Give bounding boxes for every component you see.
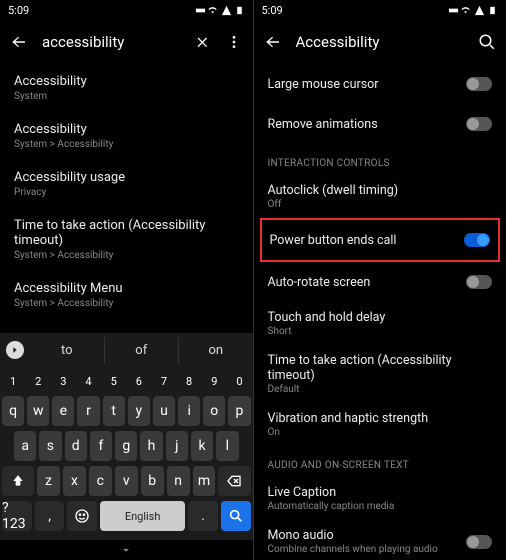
toggle[interactable] <box>466 275 492 289</box>
key-c[interactable]: c <box>89 466 112 496</box>
key-7[interactable]: 7 <box>153 371 175 391</box>
key-s[interactable]: s <box>39 431 61 461</box>
more-icon[interactable] <box>225 33 243 51</box>
space-key[interactable]: English <box>100 501 185 531</box>
keyboard: 1234567890 qwertyuiop asdfghjkl zxcvbnm … <box>0 367 253 540</box>
key-o[interactable]: o <box>203 396 225 426</box>
shift-key[interactable] <box>2 466 34 496</box>
key-u[interactable]: u <box>153 396 175 426</box>
status-icons <box>195 5 245 16</box>
key-g[interactable]: g <box>115 431 137 461</box>
key-t[interactable]: t <box>103 396 125 426</box>
comma-key[interactable]: , <box>35 501 65 531</box>
back-icon[interactable] <box>10 33 28 51</box>
search-result[interactable]: AccessibilitySystem <box>0 64 253 112</box>
toggle[interactable] <box>466 117 492 131</box>
suggestion[interactable]: of <box>104 337 179 364</box>
key-v[interactable]: v <box>115 466 138 496</box>
expand-icon[interactable] <box>0 341 30 359</box>
key-n[interactable]: n <box>167 466 190 496</box>
setting-live-caption[interactable]: Live CaptionAutomatically caption media <box>254 477 506 520</box>
settings-list: Large mouse cursor Remove animations INT… <box>254 64 506 560</box>
phone-search-screen: 5:09 accessibility AccessibilitySystem A… <box>0 0 254 560</box>
period-key[interactable]: . <box>188 501 218 531</box>
key-l[interactable]: l <box>216 431 238 461</box>
search-header: accessibility <box>0 20 253 64</box>
setting-vibration[interactable]: Vibration and haptic strengthOn <box>254 403 506 446</box>
toggle[interactable] <box>464 233 490 247</box>
status-bar: 5:09 <box>254 0 506 20</box>
setting-auto-rotate[interactable]: Auto-rotate screen <box>254 262 506 302</box>
key-3[interactable]: 3 <box>52 371 74 391</box>
key-4[interactable]: 4 <box>77 371 99 391</box>
setting-remove-animations[interactable]: Remove animations <box>254 104 506 144</box>
key-r[interactable]: r <box>77 396 99 426</box>
key-p[interactable]: p <box>228 396 250 426</box>
search-result[interactable]: Time to take action (Accessibility timeo… <box>0 208 253 271</box>
emoji-key[interactable] <box>67 501 97 531</box>
key-9[interactable]: 9 <box>203 371 225 391</box>
page-title: Accessibility <box>296 33 465 51</box>
setting-mono-audio[interactable]: Mono audioCombine channels when playing … <box>254 520 506 560</box>
key-d[interactable]: d <box>65 431 87 461</box>
key-a[interactable]: a <box>14 431 36 461</box>
collapse-keyboard-icon[interactable] <box>119 543 133 557</box>
back-icon[interactable] <box>264 33 282 51</box>
key-f[interactable]: f <box>90 431 112 461</box>
symbol-key[interactable]: ?123 <box>2 501 32 531</box>
clear-icon[interactable] <box>193 33 211 51</box>
search-icon[interactable] <box>478 33 496 51</box>
key-j[interactable]: j <box>166 431 188 461</box>
toggle[interactable] <box>466 535 492 549</box>
status-bar: 5:09 <box>0 0 253 20</box>
key-w[interactable]: w <box>27 396 49 426</box>
key-1[interactable]: 1 <box>2 371 24 391</box>
search-result[interactable]: Accessibility usagePrivacy <box>0 160 253 208</box>
setting-autoclick[interactable]: Autoclick (dwell timing)Off <box>254 175 506 218</box>
suggestion-bar: to of on <box>0 333 253 367</box>
key-m[interactable]: m <box>193 466 216 496</box>
key-z[interactable]: z <box>37 466 60 496</box>
key-0[interactable]: 0 <box>228 371 250 391</box>
search-result[interactable]: Accessibility MenuSystem > Accessibility <box>0 271 253 319</box>
key-2[interactable]: 2 <box>27 371 49 391</box>
suggestion[interactable]: to <box>30 337 104 364</box>
backspace-key[interactable] <box>218 466 250 496</box>
setting-touch-hold-delay[interactable]: Touch and hold delayShort <box>254 302 506 345</box>
suggestion[interactable]: on <box>178 337 253 364</box>
status-time: 5:09 <box>8 4 29 17</box>
key-q[interactable]: q <box>2 396 24 426</box>
nav-bar <box>0 540 253 560</box>
key-5[interactable]: 5 <box>103 371 125 391</box>
status-icons <box>448 5 498 16</box>
key-e[interactable]: e <box>52 396 74 426</box>
key-6[interactable]: 6 <box>128 371 150 391</box>
key-x[interactable]: x <box>63 466 86 496</box>
section-header: INTERACTION CONTROLS <box>254 144 506 175</box>
key-h[interactable]: h <box>140 431 162 461</box>
toggle[interactable] <box>466 77 492 91</box>
search-input[interactable]: accessibility <box>42 33 179 51</box>
search-key[interactable] <box>221 501 251 531</box>
key-i[interactable]: i <box>178 396 200 426</box>
search-result[interactable]: AccessibilitySystem > Accessibility <box>0 112 253 160</box>
setting-large-mouse-cursor[interactable]: Large mouse cursor <box>254 64 506 104</box>
highlighted-setting: Power button ends call <box>260 218 501 262</box>
key-y[interactable]: y <box>128 396 150 426</box>
phone-accessibility-screen: 5:09 Accessibility Large mouse cursor Re… <box>254 0 506 560</box>
search-results: AccessibilitySystem AccessibilitySystem … <box>0 64 253 333</box>
key-8[interactable]: 8 <box>178 371 200 391</box>
section-header: AUDIO AND ON-SCREEN TEXT <box>254 446 506 477</box>
setting-time-to-take-action[interactable]: Time to take action (Accessibility timeo… <box>254 345 506 403</box>
status-time: 5:09 <box>262 4 283 17</box>
setting-power-button-ends-call[interactable]: Power button ends call <box>262 220 499 260</box>
key-k[interactable]: k <box>191 431 213 461</box>
settings-header: Accessibility <box>254 20 506 64</box>
key-b[interactable]: b <box>141 466 164 496</box>
